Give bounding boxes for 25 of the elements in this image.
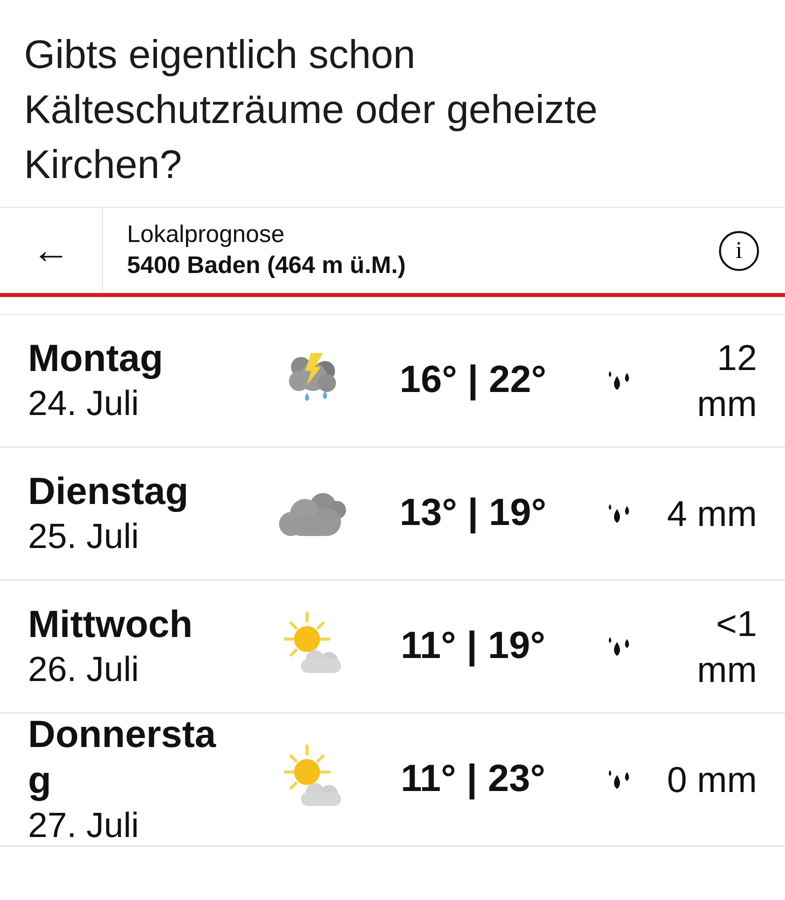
precipitation-amount: 12 mm <box>696 336 757 426</box>
day-name: Montag <box>28 336 164 382</box>
info-button[interactable]: i <box>719 230 759 270</box>
day-date: 26. Juli <box>28 648 140 690</box>
raindrops-icon <box>607 636 631 658</box>
day-name: Mittwoch <box>28 602 194 648</box>
day-date: 27. Juli <box>28 804 140 846</box>
precipitation-amount: 0 mm <box>666 758 757 802</box>
day-date: 24. Juli <box>28 382 140 424</box>
header-title: Lokalprognose <box>127 220 286 250</box>
raindrops-icon <box>607 768 631 790</box>
post-text: Gibts eigentlich schon Kälteschutzräume oder geheizte Kirchen? <box>23 32 599 189</box>
temperature-range: 11° | 19° <box>400 624 546 669</box>
day-name: Donnerstag <box>28 712 218 804</box>
raindrops-icon <box>607 370 631 392</box>
temperature-range: 16° | 22° <box>398 358 548 403</box>
precipitation-amount: <1 mm <box>696 602 757 692</box>
location-name: 5400 Baden (464 m ü.M.) <box>127 250 407 280</box>
precipitation-amount: 4 mm <box>666 492 757 536</box>
raindrops-icon <box>607 502 631 524</box>
temperature-range: 11° | 23° <box>400 757 546 802</box>
day-date: 25. Juli <box>28 516 140 558</box>
back-button[interactable]: ← <box>26 230 76 270</box>
temperature-range: 13° | 19° <box>398 491 548 536</box>
day-name: Dienstag <box>28 470 190 514</box>
